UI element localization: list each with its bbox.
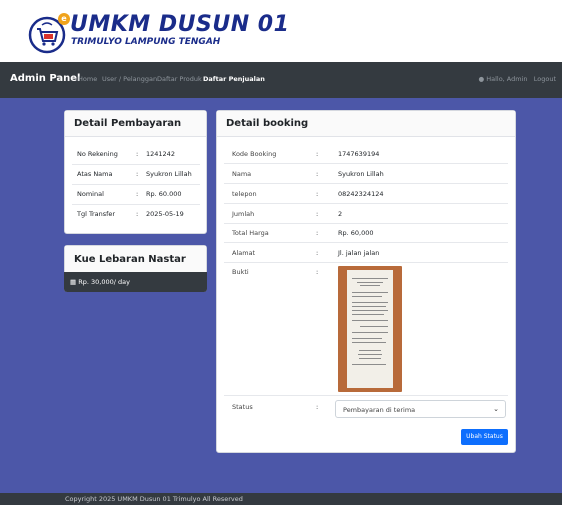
- payment-sep: :: [136, 190, 139, 198]
- navbar-user-area: ● Hallo, Admin Logout: [478, 75, 556, 83]
- booking-value-total: Rp. 60,000: [338, 229, 374, 237]
- booking-label-telepon: telepon: [232, 190, 257, 198]
- user-icon: ●: [478, 75, 485, 83]
- product-price: Rp. 30,000/ day: [78, 278, 130, 286]
- payment-value-atas-nama: Syukron Lillah: [146, 170, 192, 178]
- nav-item-home[interactable]: Home: [78, 75, 97, 83]
- status-select-value: Pembayaran di terima: [343, 406, 416, 414]
- booking-label-status: Status: [232, 403, 253, 411]
- payment-sep: :: [136, 210, 139, 218]
- chevron-down-icon: ⌄: [493, 405, 499, 413]
- greeting-text: Hallo, Admin: [486, 75, 528, 83]
- booking-value-telepon: 08242324124: [338, 190, 384, 198]
- booking-sep: :: [316, 150, 319, 158]
- booking-label-kode: Kode Booking: [232, 150, 277, 158]
- payment-card-title: Detail Pembayaran: [74, 118, 182, 129]
- navbar-brand[interactable]: Admin Panel: [10, 73, 80, 84]
- page-footer: Copyright 2025 UMKM Dusun 01 Trimulyo Al…: [0, 493, 562, 505]
- logo-badge: e: [58, 13, 70, 25]
- nav-item-user-pelanggan[interactable]: User / Pelanggan: [102, 75, 157, 83]
- booking-sep: :: [316, 229, 319, 237]
- payment-receipt-image[interactable]: [338, 266, 402, 392]
- booking-sep: :: [316, 249, 319, 257]
- payment-label-tgl-transfer: Tgl Transfer: [77, 210, 116, 218]
- product-title: Kue Lebaran Nastar: [74, 254, 186, 265]
- payment-value-no-rekening: 1241242: [146, 150, 175, 158]
- booking-value-jumlah: 2: [338, 210, 343, 218]
- booking-sep: :: [316, 210, 319, 218]
- booking-label-nama: Nama: [232, 170, 252, 178]
- status-select[interactable]: Pembayaran di terima ⌄: [335, 400, 506, 418]
- booking-card-title: Detail booking: [226, 118, 309, 129]
- booking-sep: :: [316, 170, 319, 178]
- brand-header: e UMKM DUSUN 01 TRIMULYO LAMPUNG TENGAH: [0, 0, 562, 62]
- booking-label-total: Total Harga: [232, 229, 269, 237]
- money-icon: ▦: [70, 278, 77, 286]
- nav-item-daftar-produk[interactable]: Daftar Produk: [157, 75, 202, 83]
- booking-sep: :: [316, 190, 319, 198]
- booking-sep: :: [316, 403, 319, 411]
- booking-value-nama: Syukron Lillah: [338, 170, 384, 178]
- payment-label-nominal: Nominal: [77, 190, 104, 198]
- payment-value-tgl-transfer: 2025-05-19: [146, 210, 184, 218]
- payment-sep: :: [136, 150, 139, 158]
- top-navbar: Admin Panel Home User / Pelanggan Daftar…: [0, 62, 562, 98]
- logo-subtitle: TRIMULYO LAMPUNG TENGAH: [71, 37, 221, 47]
- product-price-bar: ▦ Rp. 30,000/ day: [64, 272, 207, 292]
- booking-label-jumlah: Jumlah: [232, 210, 255, 218]
- booking-value-kode: 1747639194: [338, 150, 380, 158]
- payment-value-nominal: Rp. 60.000: [146, 190, 182, 198]
- logo-title: UMKM DUSUN 01: [70, 12, 290, 37]
- booking-label-bukti: Bukti: [232, 268, 249, 276]
- nav-item-daftar-penjualan[interactable]: Daftar Penjualan: [203, 75, 265, 83]
- logout-link[interactable]: Logout: [534, 75, 556, 83]
- booking-label-alamat: Alamat: [232, 249, 256, 257]
- booking-value-alamat: Jl. jalan jalan: [338, 249, 380, 257]
- booking-sep: :: [316, 268, 319, 276]
- receipt-paper: [347, 270, 393, 388]
- payment-sep: :: [136, 170, 139, 178]
- payment-label-atas-nama: Atas Nama: [77, 170, 113, 178]
- payment-label-no-rekening: No Rekening: [77, 150, 118, 158]
- ubah-status-button[interactable]: Ubah Status: [461, 429, 508, 445]
- footer-copyright: Copyright 2025 UMKM Dusun 01 Trimulyo Al…: [65, 495, 243, 503]
